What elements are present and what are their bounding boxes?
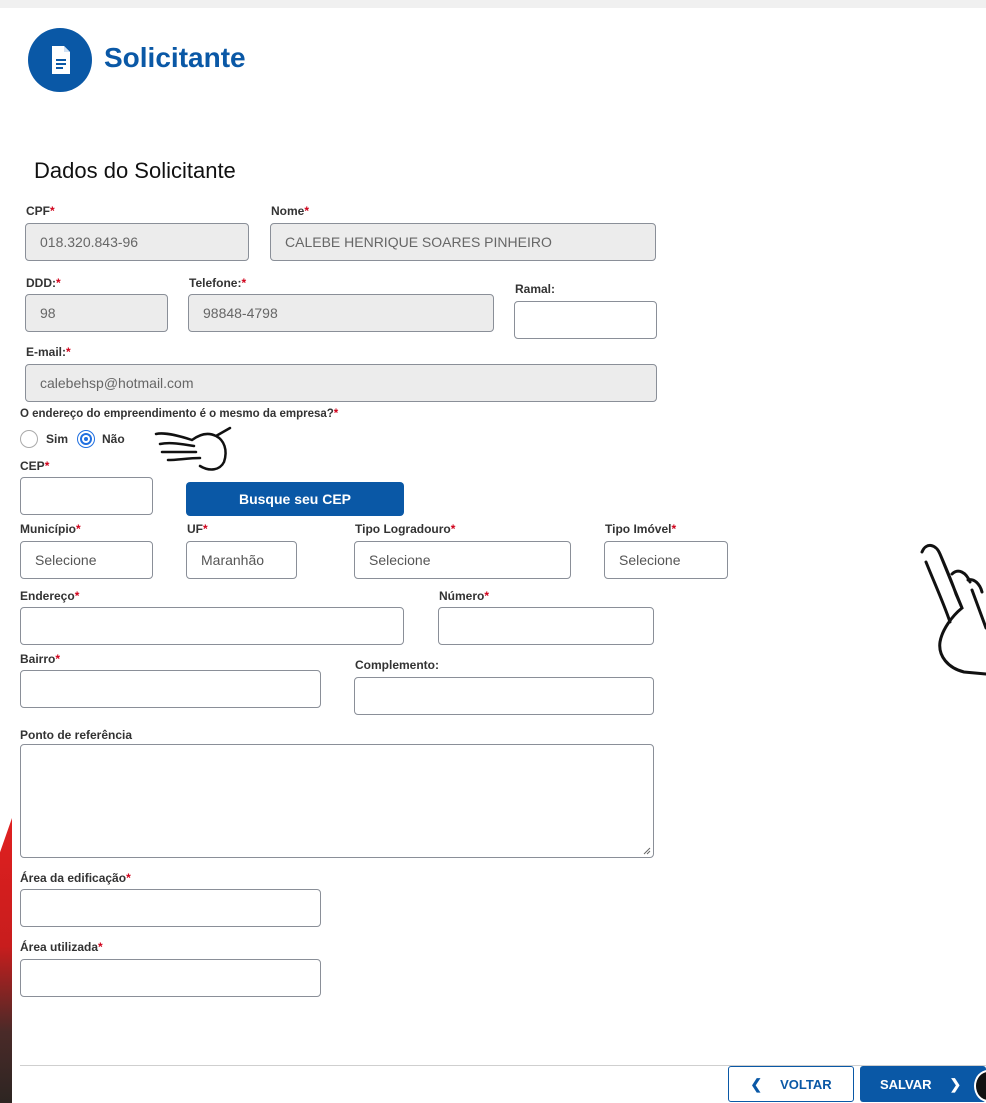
tipo-imovel-label: Tipo Imóvel* xyxy=(605,522,677,536)
nome-label: Nome* xyxy=(271,204,310,218)
tipo-imovel-select[interactable]: Selecione xyxy=(604,541,728,579)
area-utilizada-field[interactable] xyxy=(20,959,321,997)
chevron-left-icon: ❮ xyxy=(750,1075,763,1092)
background-decoration xyxy=(0,818,12,1103)
ddd-field[interactable]: 98 xyxy=(25,294,168,332)
search-cep-button[interactable]: Busque seu CEP xyxy=(186,482,404,516)
cep-field[interactable] xyxy=(20,477,153,515)
numero-field[interactable] xyxy=(438,607,654,645)
save-button[interactable]: SALVAR ❯ xyxy=(860,1066,986,1102)
header-icon-circle xyxy=(28,28,92,92)
resize-handle-icon[interactable] xyxy=(641,845,651,855)
email-field[interactable]: calebehsp@hotmail.com xyxy=(25,364,657,402)
bairro-label: Bairro* xyxy=(20,652,61,666)
uf-label: UF* xyxy=(187,522,208,536)
ramal-label: Ramal: xyxy=(515,282,556,296)
bairro-field[interactable] xyxy=(20,670,321,708)
section-title: Dados do Solicitante xyxy=(34,158,236,183)
address-question-label: O endereço do empreendimento é o mesmo d… xyxy=(20,408,339,420)
radio-sim[interactable] xyxy=(20,430,38,448)
radio-nao-label: Não xyxy=(102,432,125,446)
radio-sim-label: Sim xyxy=(46,432,69,446)
top-strip xyxy=(0,0,986,8)
complemento-field[interactable] xyxy=(354,677,654,715)
cep-label: CEP* xyxy=(20,459,50,473)
ddd-label: DDD:* xyxy=(26,276,61,290)
tap-hand-icon xyxy=(920,544,986,676)
area-edificacao-field[interactable] xyxy=(20,889,321,927)
ramal-field[interactable] xyxy=(514,301,657,339)
nome-field[interactable]: CALEBE HENRIQUE SOARES PINHEIRO xyxy=(270,223,656,261)
complemento-label: Complemento: xyxy=(355,658,439,672)
uf-select[interactable]: Maranhão xyxy=(186,541,297,579)
endereco-field[interactable] xyxy=(20,607,404,645)
municipio-label: Município* xyxy=(20,522,81,536)
cpf-label: CPF* xyxy=(26,204,55,218)
endereco-label: Endereço* xyxy=(20,589,80,603)
email-label: E-mail:* xyxy=(26,345,71,359)
cpf-field[interactable]: 018.320.843-96 xyxy=(25,223,249,261)
back-button-label: VOLTAR xyxy=(780,1076,832,1092)
ponto-referencia-label: Ponto de referência xyxy=(20,728,133,742)
ponto-referencia-textarea[interactable] xyxy=(20,744,654,858)
area-utilizada-label: Área utilizada* xyxy=(20,940,103,954)
document-icon xyxy=(52,46,70,74)
telefone-label: Telefone:* xyxy=(189,276,247,290)
radio-nao[interactable] xyxy=(77,430,95,448)
save-button-label: SALVAR xyxy=(880,1076,932,1092)
chevron-right-icon: ❯ xyxy=(949,1075,962,1092)
back-button[interactable]: ❮ VOLTAR xyxy=(728,1066,854,1102)
municipio-select[interactable]: Selecione xyxy=(20,541,153,579)
tipo-logradouro-label: Tipo Logradouro* xyxy=(355,522,456,536)
numero-label: Número* xyxy=(439,589,490,603)
telefone-field[interactable]: 98848-4798 xyxy=(188,294,494,332)
pointer-hand-icon xyxy=(154,426,232,471)
page-title: Solicitante xyxy=(104,42,246,73)
tipo-logradouro-select[interactable]: Selecione xyxy=(354,541,571,579)
area-edificacao-label: Área da edificação* xyxy=(20,871,131,885)
